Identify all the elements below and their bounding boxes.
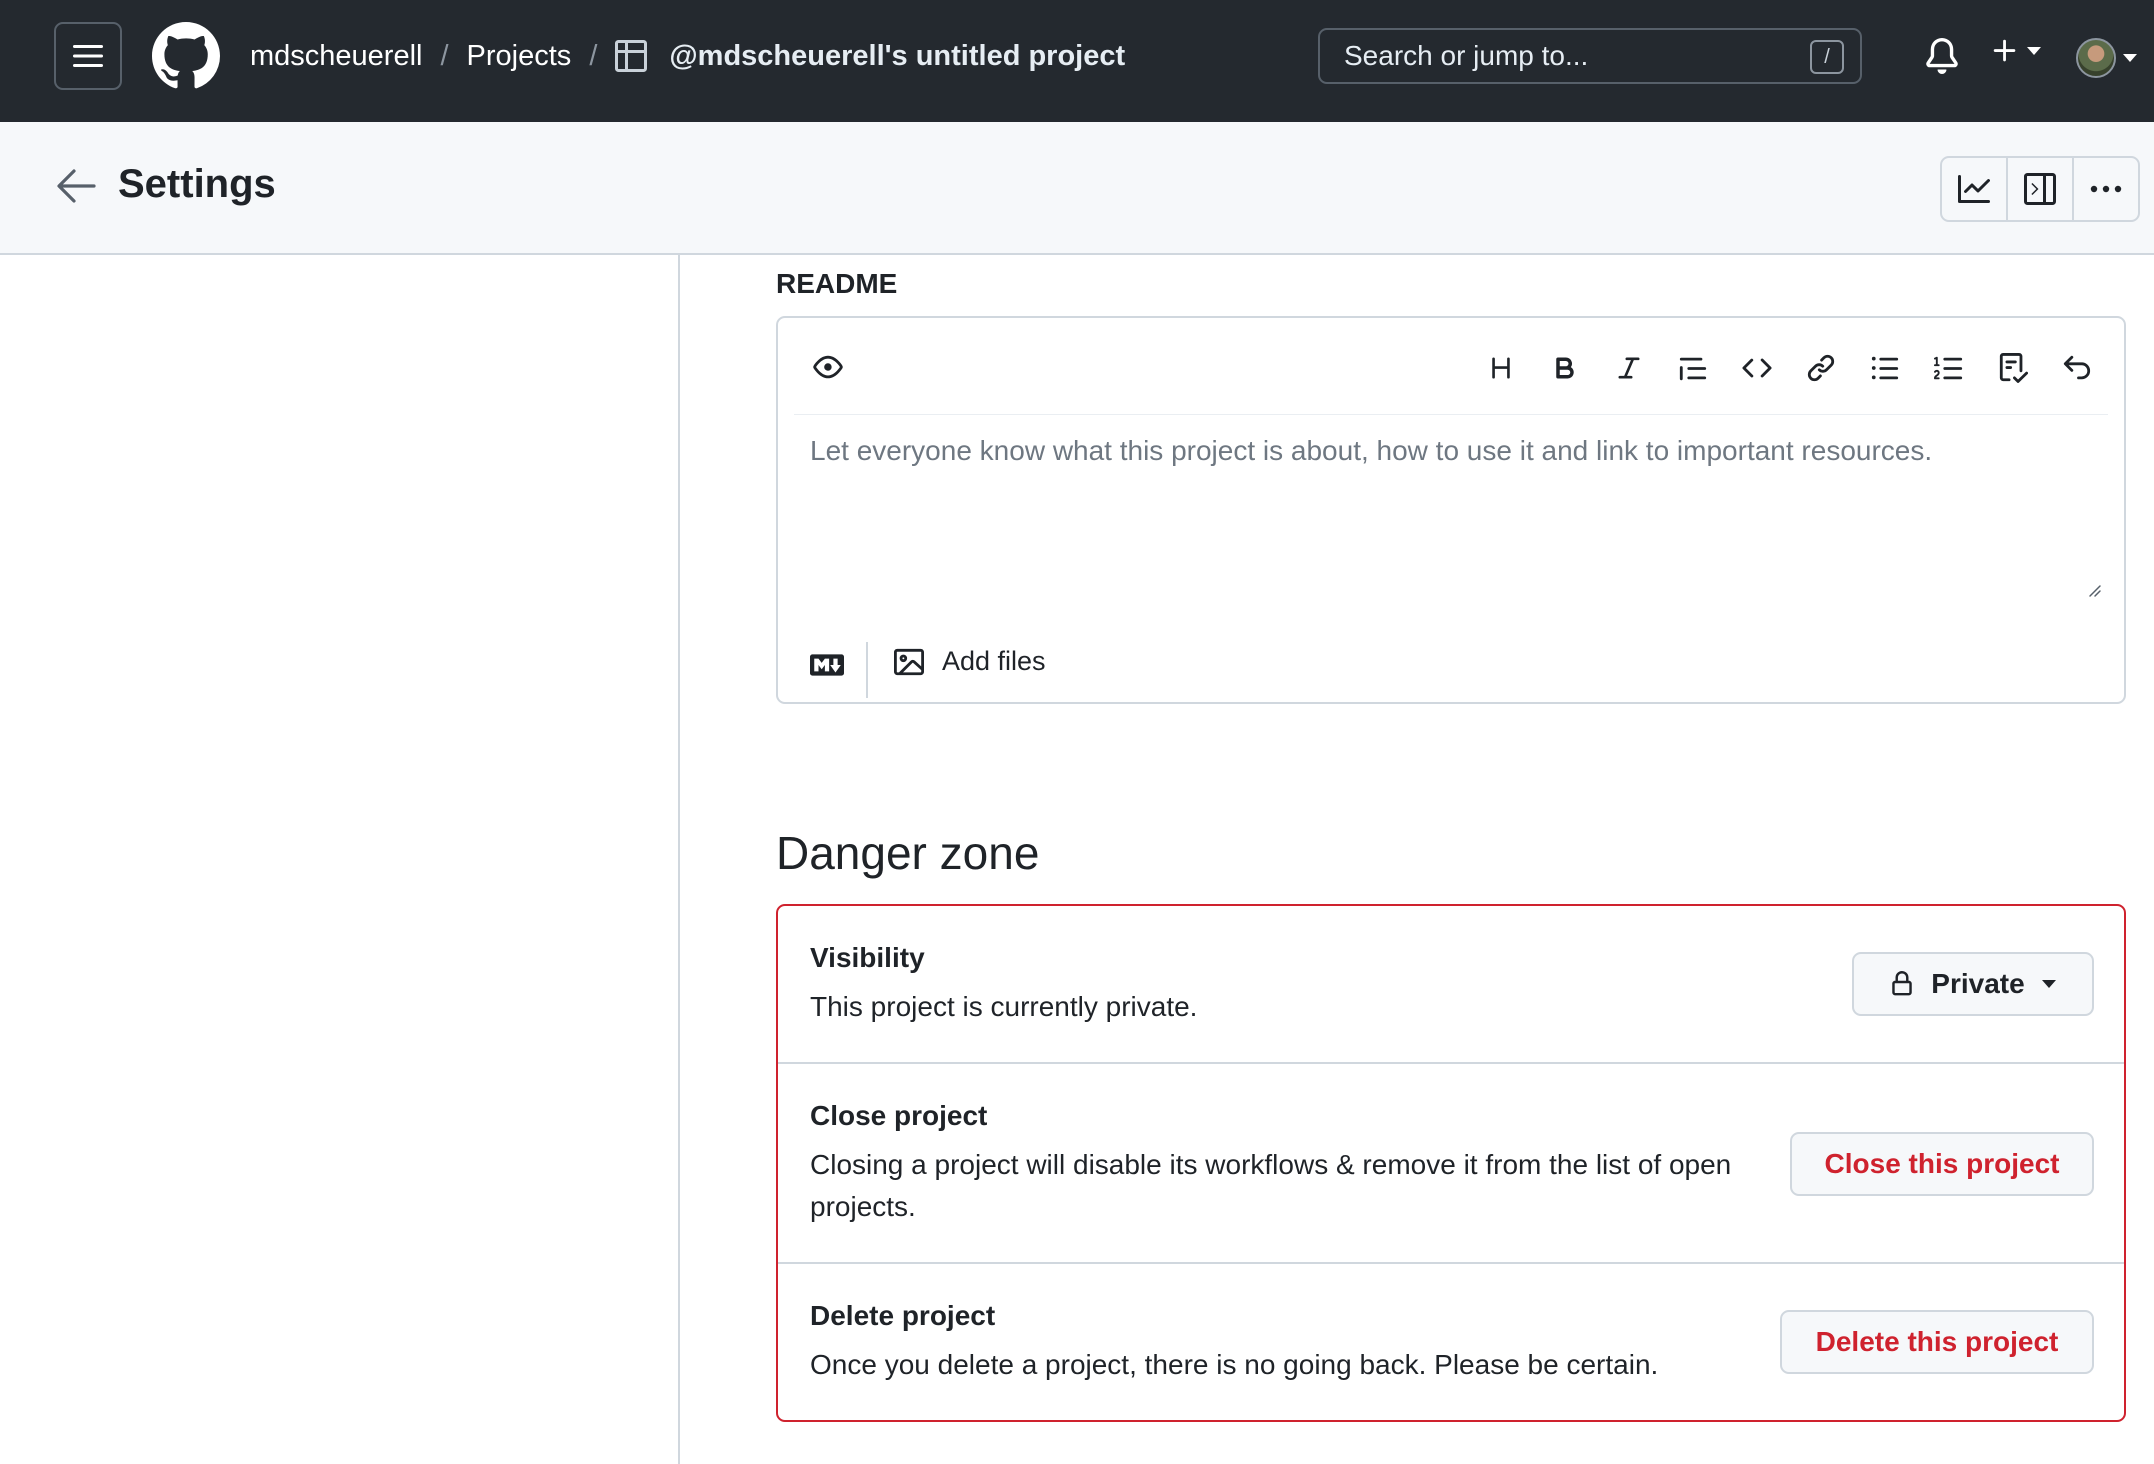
heading-button[interactable] [1484, 348, 1518, 388]
hamburger-icon [73, 45, 103, 67]
visibility-dropdown-label: Private [1931, 968, 2025, 999]
visibility-dropdown-button[interactable]: Private [1852, 952, 2094, 1016]
settings-header: Settings [0, 122, 2154, 255]
close-project-row: Close project Closing a project will dis… [778, 1064, 2124, 1264]
quote-button[interactable] [1676, 348, 1710, 388]
user-menu-button[interactable] [2076, 38, 2138, 78]
visibility-row: Visibility This project is currently pri… [778, 906, 2124, 1064]
close-project-title: Close project [810, 1100, 988, 1131]
ordered-list-icon [1934, 356, 1963, 380]
delete-project-title: Delete project [810, 1300, 996, 1331]
breadcrumb-user-link[interactable]: mdscheuerell [250, 40, 422, 73]
undo-icon [2063, 355, 2091, 380]
breadcrumb-separator: / [440, 39, 449, 72]
resize-handle-icon[interactable] [2086, 582, 2102, 598]
global-header: mdscheuerell / Projects / @mdscheuerell'… [0, 0, 2154, 122]
breadcrumb: mdscheuerell / Projects / @mdscheuerell'… [250, 0, 1125, 112]
add-files-label: Add files [942, 646, 1046, 676]
sidebar-divider [678, 255, 680, 1464]
side-panel-button[interactable] [2008, 158, 2074, 220]
link-button[interactable] [1804, 348, 1838, 388]
markdown-icon[interactable] [810, 654, 844, 681]
readme-label: README [776, 268, 898, 299]
kebab-horizontal-icon [2090, 185, 2122, 193]
caret-down-icon [2041, 980, 2056, 988]
readme-placeholder: Let everyone know what this project is a… [810, 435, 1933, 466]
caret-down-icon [2027, 47, 2041, 55]
readme-textarea[interactable]: Let everyone know what this project is a… [794, 414, 2108, 614]
italic-icon [1618, 357, 1640, 379]
notifications-button[interactable] [1924, 36, 1960, 81]
avatar [2076, 38, 2116, 78]
more-options-button[interactable] [2074, 158, 2138, 220]
markdown-toolbar [1484, 348, 2094, 388]
close-project-description-line: Closing a project will disable its workf… [810, 1149, 1732, 1180]
delete-project-row: Delete project Once you delete a project… [778, 1264, 2124, 1420]
danger-zone-box: Visibility This project is currently pri… [776, 904, 2126, 1422]
link-icon [1807, 354, 1835, 382]
italic-button[interactable] [1612, 348, 1646, 388]
image-icon [894, 648, 924, 675]
search-placeholder: Search or jump to... [1344, 40, 1589, 71]
graph-icon [1958, 175, 1990, 203]
task-list-icon [1999, 353, 2028, 383]
ordered-list-button[interactable] [1932, 348, 1966, 388]
table-icon [615, 40, 648, 72]
preview-toggle-button[interactable] [810, 352, 846, 387]
readme-editor: Let everyone know what this project is a… [776, 316, 2126, 704]
delete-project-button[interactable]: Delete this project [1780, 1310, 2094, 1374]
breadcrumb-projects-link[interactable]: Projects [467, 40, 572, 73]
lock-icon [1892, 971, 1913, 996]
task-list-button[interactable] [1996, 348, 2030, 388]
footer-divider [866, 642, 868, 698]
arrow-left-icon [57, 169, 96, 203]
close-project-description: Closing a project will disable its workf… [810, 1144, 1731, 1228]
search-shortcut-badge: / [1810, 40, 1844, 74]
create-new-button[interactable] [1990, 36, 2042, 66]
caret-down-icon [2123, 54, 2137, 62]
unordered-list-icon [1871, 356, 1899, 380]
github-logo-icon[interactable] [152, 22, 220, 90]
editor-footer: Add files [778, 628, 2124, 704]
code-button[interactable] [1740, 348, 1774, 388]
visibility-title: Visibility [810, 942, 925, 973]
unordered-list-button[interactable] [1868, 348, 1902, 388]
heading-icon [1492, 357, 1510, 379]
breadcrumb-separator: / [589, 39, 598, 72]
quote-icon [1679, 357, 1707, 381]
danger-zone-heading: Danger zone [776, 827, 1040, 879]
hamburger-menu-button[interactable] [54, 22, 122, 90]
bold-button[interactable] [1548, 348, 1582, 388]
close-project-description-line: projects. [810, 1191, 916, 1222]
undo-button[interactable] [2060, 348, 2094, 388]
close-project-button[interactable]: Close this project [1790, 1132, 2094, 1196]
visibility-description: This project is currently private. [810, 991, 1198, 1022]
add-files-button[interactable]: Add files [892, 646, 1046, 677]
sidebar-expand-icon [2024, 173, 2056, 205]
search-input[interactable]: Search or jump to... / [1318, 28, 1862, 84]
insights-button[interactable] [1942, 158, 2008, 220]
plus-icon [1993, 39, 2016, 62]
bell-icon [1926, 38, 1958, 74]
breadcrumb-project-title[interactable]: @mdscheuerell's untitled project [669, 40, 1125, 73]
view-button-group [1940, 156, 2140, 222]
bold-icon [1556, 357, 1574, 379]
page-title: Settings [118, 162, 276, 206]
code-icon [1742, 358, 1772, 378]
back-button[interactable] [56, 168, 96, 209]
delete-project-description: Once you delete a project, there is no g… [810, 1349, 1659, 1380]
eye-icon [813, 355, 843, 379]
